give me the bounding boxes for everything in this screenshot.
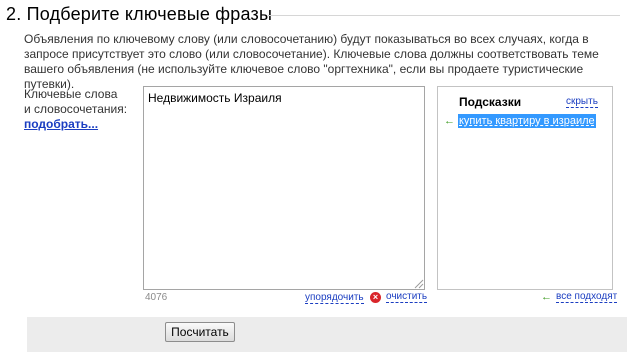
count-button[interactable]: Посчитать — [165, 322, 235, 342]
clear-link[interactable]: очистить — [386, 291, 428, 303]
bottom-action-bar — [27, 317, 627, 352]
hint-item-label[interactable]: купить квартиру в израиле — [458, 114, 596, 128]
pick-keywords-link[interactable]: подобрать... — [24, 117, 98, 132]
hint-item[interactable]: ← купить квартиру в израиле — [444, 114, 596, 128]
sort-link[interactable]: упорядочить — [305, 292, 364, 304]
add-all-control[interactable]: ← все подходят — [541, 291, 618, 303]
clear-control[interactable]: × очистить — [370, 290, 428, 304]
title-divider — [268, 15, 620, 16]
keywords-textarea[interactable]: Недвижимость Израиля — [143, 86, 425, 290]
arrow-left-icon[interactable]: ← — [541, 291, 552, 303]
close-circle-icon[interactable]: × — [370, 291, 381, 303]
hide-hints-link[interactable]: скрыть — [566, 96, 598, 108]
keywords-label-block: Ключевые слова и словосочетания: подобра… — [24, 87, 136, 132]
add-all-hints-link[interactable]: все подходят — [556, 291, 618, 303]
hints-title: Подсказки — [459, 95, 522, 109]
keywords-label-line1: Ключевые слова — [24, 87, 118, 101]
char-count: 4076 — [145, 292, 168, 303]
hints-panel: Подсказки скрыть ← купить квартиру в изр… — [437, 86, 613, 290]
resize-grip-icon[interactable] — [414, 279, 424, 289]
section-description: Объявления по ключевому слову (или слово… — [24, 32, 599, 91]
section-title: 2. Подберите ключевые фразы — [6, 4, 273, 24]
arrow-left-icon[interactable]: ← — [444, 115, 458, 127]
keywords-label-line2: и словосочетания: — [24, 102, 128, 116]
